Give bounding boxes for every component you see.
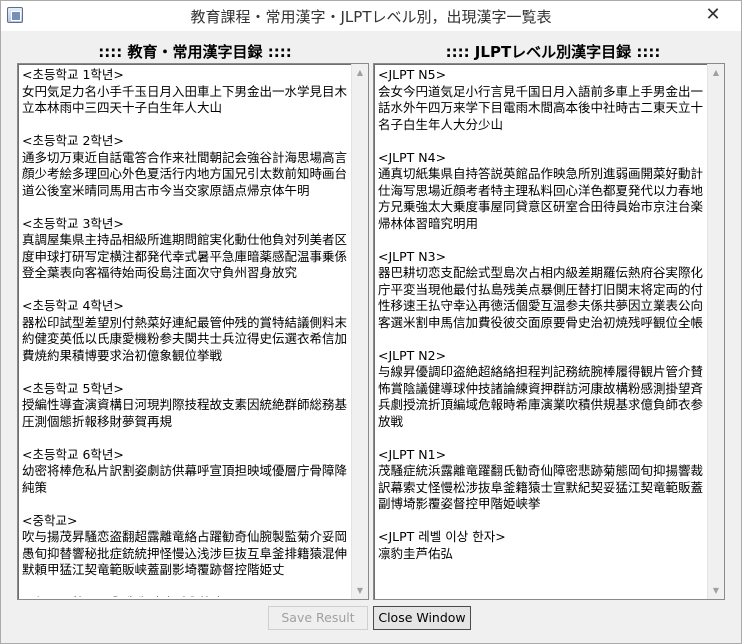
education-kanji-textarea[interactable]: <초등학교 1학년> 女円気足力名小手千玉日月入田車上下男金出一水学見目木立本林…: [17, 63, 369, 600]
close-window-button[interactable]: Close Window: [373, 606, 471, 630]
scroll-up-icon[interactable]: ▲: [352, 64, 368, 81]
main-window: 教育課程・常用漢字・JLPTレベル別，出現漢字一覧表 ✕ :::: 教育・常用漢…: [0, 0, 742, 644]
left-panel-title: :::: 教育・常用漢字目録 ::::: [98, 43, 292, 61]
jlpt-kanji-text: <JLPT N5> 会女今円道気足小行言見千国日月入語前多車上手男金出一話水外午…: [378, 67, 704, 561]
scroll-up-icon[interactable]: ▲: [708, 64, 724, 81]
title-bar: 教育課程・常用漢字・JLPTレベル別，出現漢字一覧表 ✕: [1, 1, 741, 31]
jlpt-kanji-textarea[interactable]: <JLPT N5> 会女今円道気足小行言見千国日月入語前多車上手男金出一話水外午…: [373, 63, 725, 600]
right-scrollbar[interactable]: ▲ ▼: [707, 64, 724, 599]
scroll-down-icon[interactable]: ▼: [352, 582, 368, 599]
right-panel-title: :::: JLPTレベル別漢字目録 ::::: [445, 43, 661, 61]
education-kanji-text: <초등학교 1학년> 女円気足力名小手千玉日月入田車上下男金出一水学見目木立本林…: [22, 67, 348, 597]
left-scrollbar[interactable]: ▲ ▼: [351, 64, 368, 599]
save-result-button[interactable]: Save Result: [268, 606, 368, 630]
window-close-button[interactable]: ✕: [695, 3, 731, 27]
scroll-down-icon[interactable]: ▼: [708, 582, 724, 599]
window-title: 教育課程・常用漢字・JLPTレベル別，出現漢字一覧表: [190, 8, 552, 26]
